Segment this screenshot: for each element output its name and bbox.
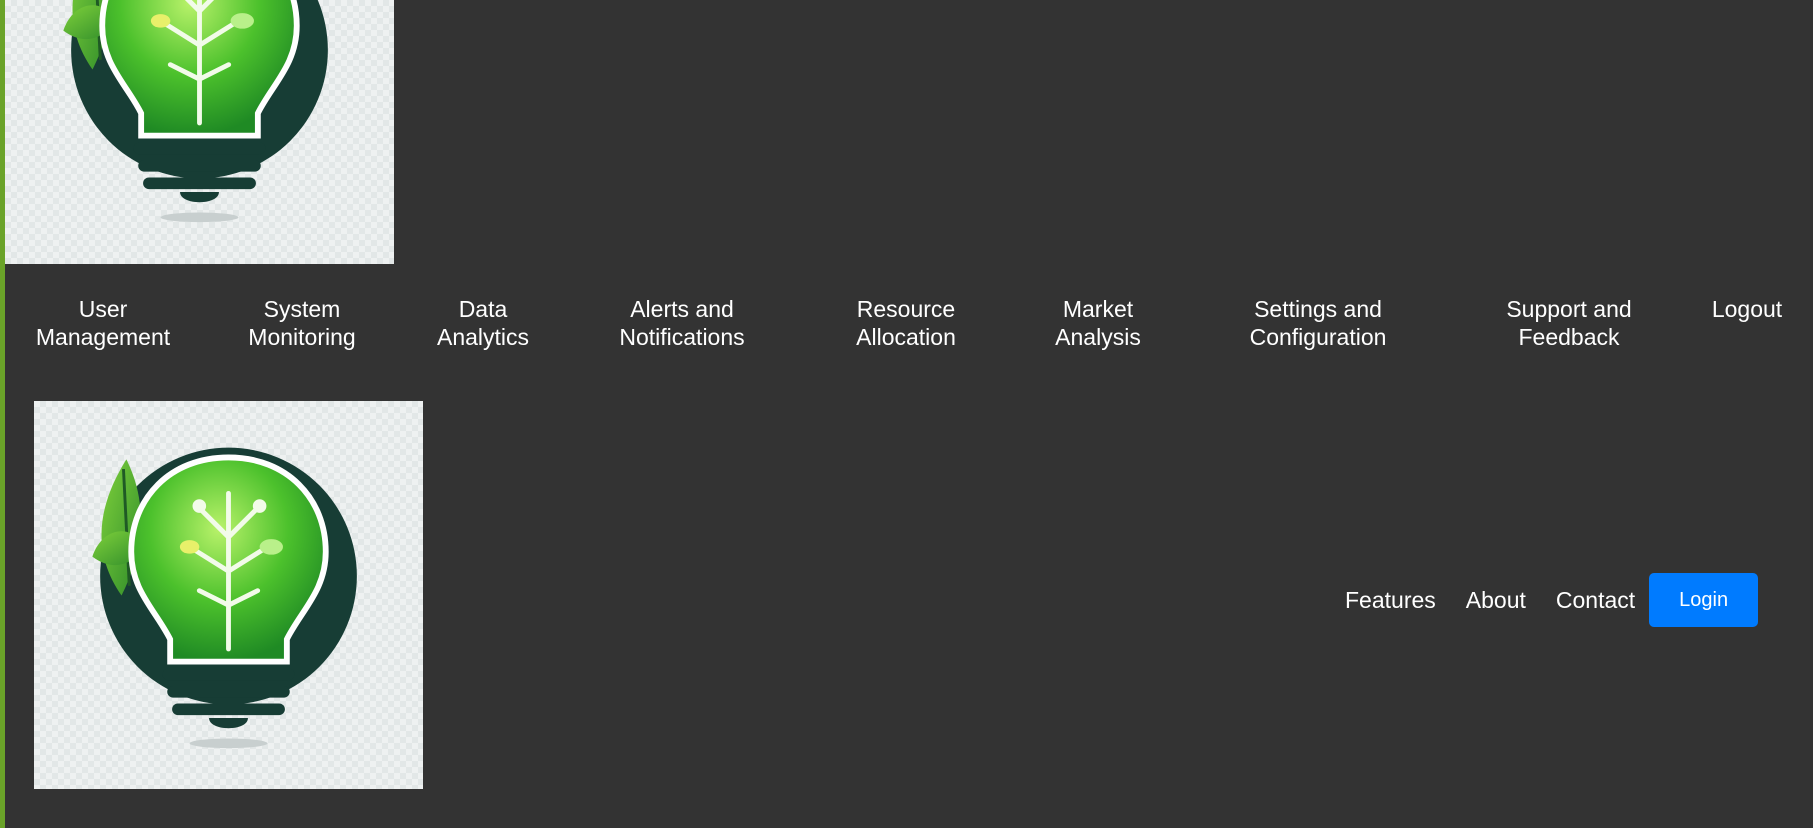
header-links: Features About Contact Login xyxy=(1345,573,1759,627)
main-nav: User Management System Monitoring Data A… xyxy=(5,295,1813,351)
logo-bottom xyxy=(34,401,423,789)
nav-item-support-feedback[interactable]: Support and Feedback xyxy=(1506,295,1631,351)
nav-item-settings-configuration[interactable]: Settings and Configuration xyxy=(1250,295,1387,351)
page: User Management System Monitoring Data A… xyxy=(0,0,1813,828)
nav-item-resource-allocation[interactable]: Resource Allocation xyxy=(856,295,956,351)
about-link[interactable]: About xyxy=(1466,587,1526,614)
logo-top xyxy=(5,0,394,264)
nav-item-data-analytics[interactable]: Data Analytics xyxy=(437,295,529,351)
login-button[interactable]: Login xyxy=(1649,573,1759,627)
nav-item-logout[interactable]: Logout xyxy=(1712,295,1782,323)
contact-link[interactable]: Contact xyxy=(1556,587,1635,614)
nav-item-system-monitoring[interactable]: System Monitoring xyxy=(248,295,355,351)
nav-item-user-management[interactable]: User Management xyxy=(36,295,170,351)
nav-item-alerts-notifications[interactable]: Alerts and Notifications xyxy=(619,295,744,351)
features-link[interactable]: Features xyxy=(1345,587,1436,614)
lightbulb-leaf-logo-icon xyxy=(34,401,423,789)
lightbulb-leaf-logo-icon xyxy=(5,0,394,264)
nav-item-market-analysis[interactable]: Market Analysis xyxy=(1055,295,1141,351)
